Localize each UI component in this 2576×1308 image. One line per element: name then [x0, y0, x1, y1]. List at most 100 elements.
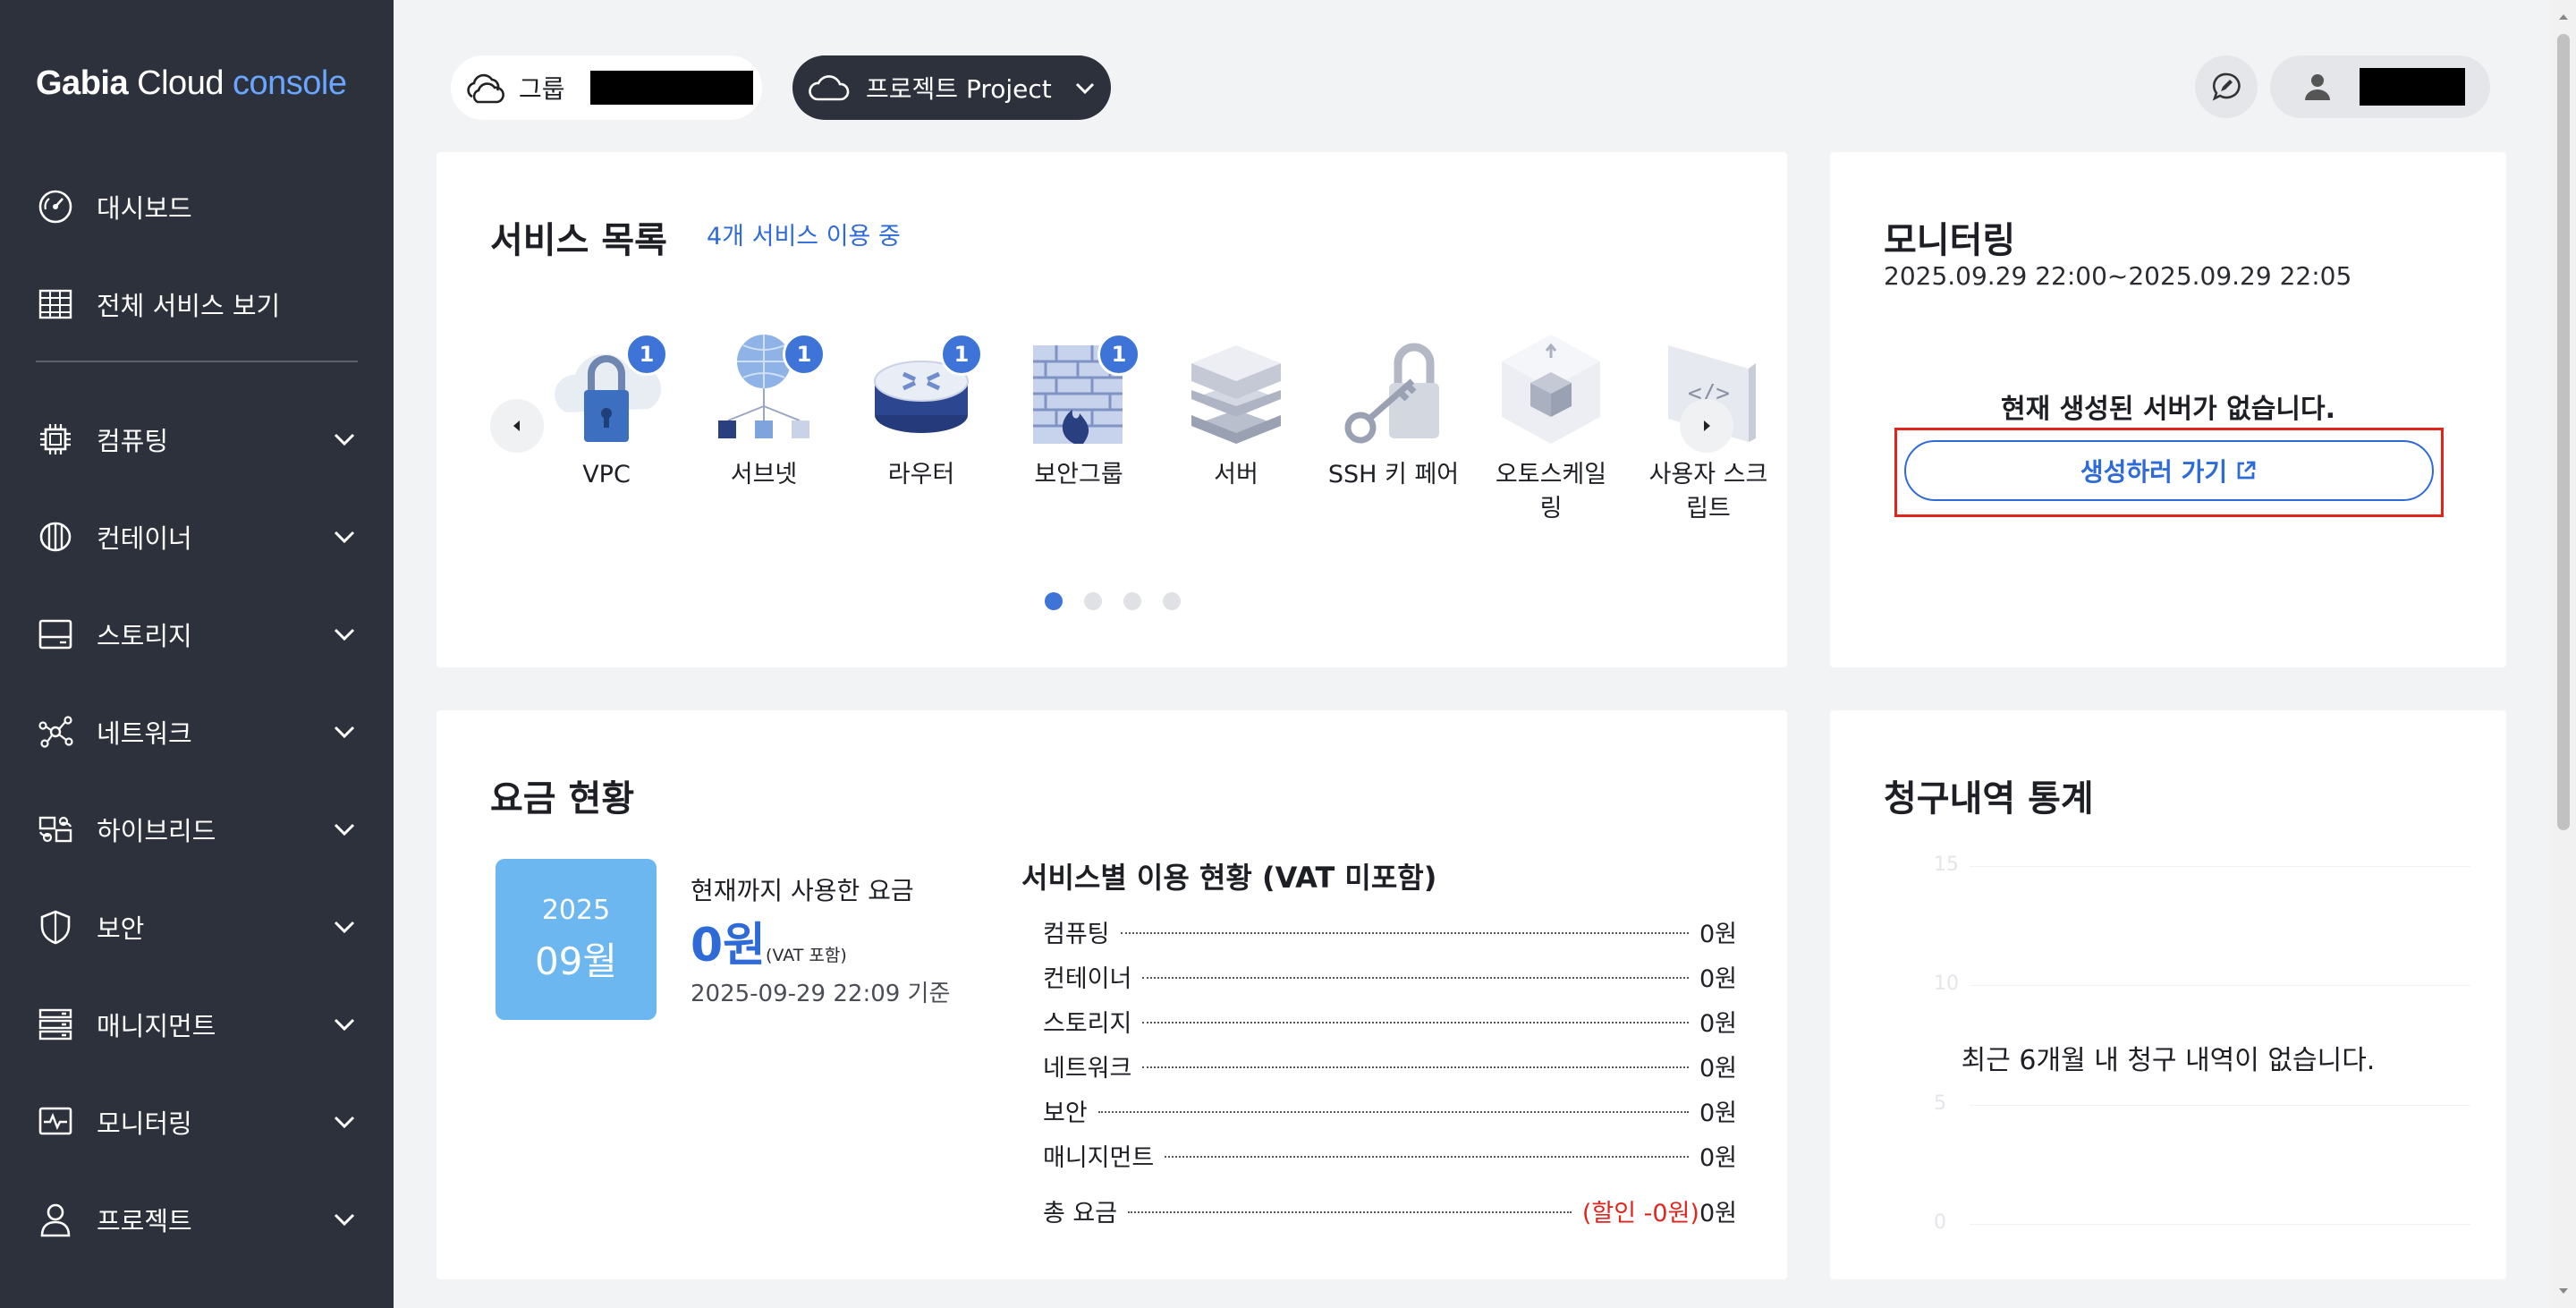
- carousel-pagination: [1045, 592, 1181, 610]
- service-tile[interactable]: 1 라우터: [850, 327, 993, 492]
- no-server-message: 현재 생성된 서버가 없습니다.: [2001, 394, 2335, 425]
- usage-service-name: 스토리지: [1043, 1009, 1132, 1038]
- total-fee-row: 총 요금 (할인 -0원) 0원: [1043, 1188, 1737, 1233]
- chevron-down-icon: [334, 1018, 355, 1031]
- service-name: 라우터: [887, 461, 955, 488]
- chart-gridline: [1970, 866, 2470, 867]
- service-name: VPC: [582, 461, 631, 488]
- key-lock-icon: [1335, 327, 1452, 453]
- grid-table-icon: [36, 285, 75, 324]
- sidebar-item-grid-table[interactable]: 전체 서비스 보기: [0, 255, 394, 352]
- usage-amount: 0원: [1699, 1054, 1737, 1083]
- group-name-redacted: [589, 71, 753, 105]
- service-carousel: 1 VPC 1 서브넷 1 라우터 1 보안그룹 서버 SSH 키 페어 오토스케일 …: [535, 327, 1767, 522]
- y-axis-tick-label: 10: [1934, 973, 1959, 996]
- chevron-down-icon: [334, 433, 355, 446]
- monitoring-card: 모니터링 2025.09.29 22:00~2025.09.29 22:05 현…: [1830, 152, 2506, 667]
- carousel-page-dot[interactable]: [1045, 592, 1063, 610]
- chevron-down-icon: [334, 628, 355, 641]
- sidebar-group-container[interactable]: 컨테이너: [0, 488, 394, 585]
- usage-row: 보안 0원: [1043, 1088, 1737, 1133]
- logo-product: Cloud: [137, 64, 224, 102]
- carousel-page-dot[interactable]: [1123, 592, 1141, 610]
- fee-status-card: 요금 현황 2025 09월 현재까지 사용한 요금 0원(VAT 포함) 20…: [436, 710, 1787, 1279]
- dashboard-gauge-icon: [36, 187, 75, 226]
- usage-amount: 0원: [1699, 1143, 1737, 1172]
- project-selector[interactable]: 프로젝트 Project: [792, 55, 1111, 120]
- scrollbar-thumb[interactable]: [2557, 34, 2570, 830]
- group-selector[interactable]: 그룹: [451, 55, 762, 120]
- group-label: 그룹: [519, 74, 565, 104]
- service-tile[interactable]: SSH 키 페어: [1322, 327, 1465, 492]
- used-fee-label: 현재까지 사용한 요금: [691, 876, 914, 905]
- used-fee-value: 0원: [691, 919, 767, 973]
- usage-by-service-list: 컴퓨팅 0원 컨테이너 0원 스토리지 0원 네트워크 0원 보안 0원 매니지먼트 0원 총 요금 …: [1043, 909, 1737, 1233]
- monitoring-title: 모니터링: [1884, 220, 2016, 261]
- user-menu[interactable]: [2270, 55, 2490, 118]
- usage-amount: 0원: [1699, 1009, 1737, 1038]
- scroll-down-arrow-icon[interactable]: [2557, 1285, 2570, 1297]
- carousel-page-dot[interactable]: [1163, 592, 1181, 610]
- sidebar-group-management-rack[interactable]: 매니지먼트: [0, 975, 394, 1073]
- gabia-cloud-console-logo[interactable]: Gabia Cloud console: [36, 64, 347, 103]
- used-fee-amount: 0원(VAT 포함): [691, 907, 847, 974]
- usage-row: 컨테이너 0원: [1043, 954, 1737, 998]
- chevron-down-icon: [334, 823, 355, 836]
- cloud-icon: [809, 75, 850, 101]
- page-scrollbar[interactable]: [2551, 0, 2576, 1308]
- sidebar-group-user-person[interactable]: 프로젝트: [0, 1170, 394, 1268]
- service-tile[interactable]: 1 VPC: [535, 327, 678, 492]
- service-name: 서브넷: [730, 461, 798, 488]
- sidebar-group-management-rack-label: 매니지먼트: [97, 1010, 216, 1041]
- chart-gridline: [1970, 1104, 2470, 1106]
- sidebar-group-hybrid[interactable]: 하이브리드: [0, 780, 394, 878]
- server-stack-icon: [1178, 327, 1294, 453]
- monitoring-pulse-icon: [36, 1102, 75, 1142]
- chat-feedback-button[interactable]: [2195, 55, 2258, 118]
- scroll-up-arrow-icon[interactable]: [2557, 11, 2570, 23]
- sidebar-group-cpu-chip-label: 컴퓨팅: [97, 425, 169, 456]
- sidebar-item-dashboard-gauge[interactable]: 대시보드: [0, 157, 394, 255]
- service-count-badge: 1: [625, 333, 668, 376]
- service-tile[interactable]: 서버: [1165, 327, 1308, 492]
- service-name: SSH 키 페어: [1327, 461, 1460, 488]
- logo-brand: Gabia: [36, 64, 129, 102]
- sidebar-item-grid-table-label: 전체 서비스 보기: [97, 290, 281, 321]
- external-link-icon: [2237, 461, 2256, 480]
- carousel-next-button[interactable]: [1680, 399, 1733, 453]
- chevron-down-icon: [334, 726, 355, 738]
- chart-gridline: [1970, 985, 2470, 987]
- service-tile[interactable]: 1 보안그룹: [1007, 327, 1150, 492]
- service-count-link[interactable]: 4개 서비스 이용 중: [707, 217, 901, 251]
- dotted-leader: [1165, 1156, 1689, 1158]
- cpu-chip-icon: [36, 420, 75, 459]
- project-label: 프로젝트 Project: [866, 74, 1052, 104]
- hybrid-icon: [36, 810, 75, 849]
- sidebar-group-shield-label: 보안: [97, 913, 145, 944]
- go-create-button[interactable]: 생성하러 가기: [1904, 440, 2434, 501]
- sidebar-group-storage-drive-label: 스토리지: [97, 620, 192, 651]
- sidebar-group-cpu-chip[interactable]: 컴퓨팅: [0, 390, 394, 488]
- carousel-page-dot[interactable]: [1084, 592, 1102, 610]
- sidebar-group-user-person-label: 프로젝트: [97, 1205, 192, 1236]
- sidebar-group-storage-drive[interactable]: 스토리지: [0, 585, 394, 683]
- caret-left-icon: [513, 420, 520, 431]
- usage-by-service-title: 서비스별 이용 현황 (VAT 미포함): [1021, 861, 1437, 895]
- service-name: 사용자 스크 립트: [1648, 461, 1768, 522]
- create-button-highlight: 생성하러 가기: [1894, 428, 2444, 517]
- sidebar-group-shield[interactable]: 보안: [0, 878, 394, 975]
- y-axis-tick-label: 0: [1934, 1211, 1946, 1234]
- sidebar-group-network-nodes[interactable]: 네트워크: [0, 683, 394, 780]
- sidebar-item-dashboard-gauge-label: 대시보드: [97, 192, 192, 224]
- sidebar-group-monitoring-pulse[interactable]: 모니터링: [0, 1073, 394, 1170]
- usage-service-name: 매니지먼트: [1043, 1143, 1155, 1172]
- autoscaling-cube-icon: [1493, 327, 1609, 453]
- firewall-icon: 1: [1021, 327, 1140, 453]
- dotted-leader: [1142, 977, 1689, 979]
- usage-row: 매니지먼트 0원: [1043, 1133, 1737, 1177]
- usage-row: 네트워크 0원: [1043, 1043, 1737, 1088]
- usage-service-name: 보안: [1043, 1099, 1088, 1127]
- service-tile[interactable]: 오토스케일 링: [1479, 327, 1623, 526]
- multi-cloud-icon: [467, 73, 504, 104]
- service-tile[interactable]: 1 서브넷: [692, 327, 835, 492]
